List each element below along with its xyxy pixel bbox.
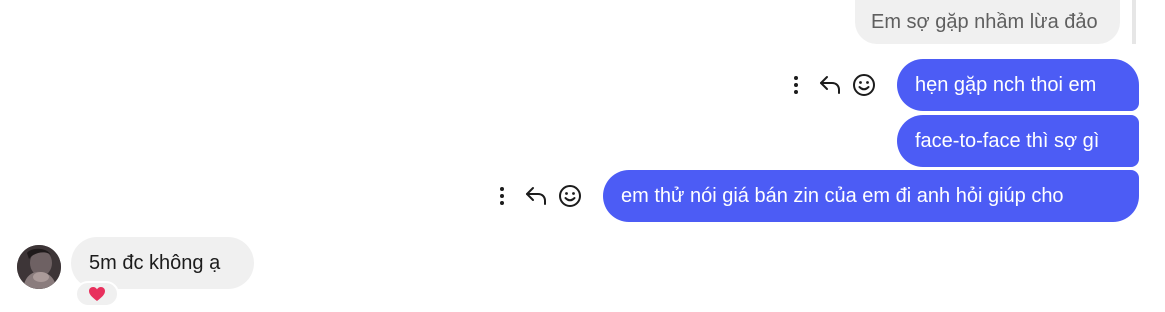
smile-icon <box>853 74 875 96</box>
outgoing-message[interactable]: face-to-face thì sợ gì <box>897 115 1139 167</box>
react-button[interactable] <box>851 70 877 100</box>
message-actions <box>489 181 591 211</box>
more-options-button[interactable] <box>489 181 515 211</box>
outgoing-message[interactable]: hẹn gặp nch thoi em <box>897 59 1139 111</box>
more-options-button[interactable] <box>783 70 809 100</box>
chat-thread: Em sợ gặp nhầm lừa đảo hẹn gặp nch thoi … <box>0 0 1165 312</box>
avatar-photo <box>17 245 61 289</box>
heart-icon <box>89 287 105 301</box>
avatar[interactable] <box>17 245 61 289</box>
reply-button[interactable] <box>523 181 549 211</box>
smile-icon <box>559 185 581 207</box>
more-vertical-icon <box>794 76 798 94</box>
scrollbar[interactable] <box>1132 0 1136 44</box>
outgoing-message[interactable]: em thử nói giá bán zin của em đi anh hỏi… <box>603 170 1139 222</box>
message-actions <box>783 70 885 100</box>
more-vertical-icon <box>500 187 504 205</box>
reply-preview-bubble[interactable]: Em sợ gặp nhầm lừa đảo <box>855 0 1120 44</box>
react-button[interactable] <box>557 181 583 211</box>
reply-button[interactable] <box>817 70 843 100</box>
reaction-badge[interactable] <box>75 281 119 307</box>
reply-icon <box>526 187 546 205</box>
reply-icon <box>820 76 840 94</box>
